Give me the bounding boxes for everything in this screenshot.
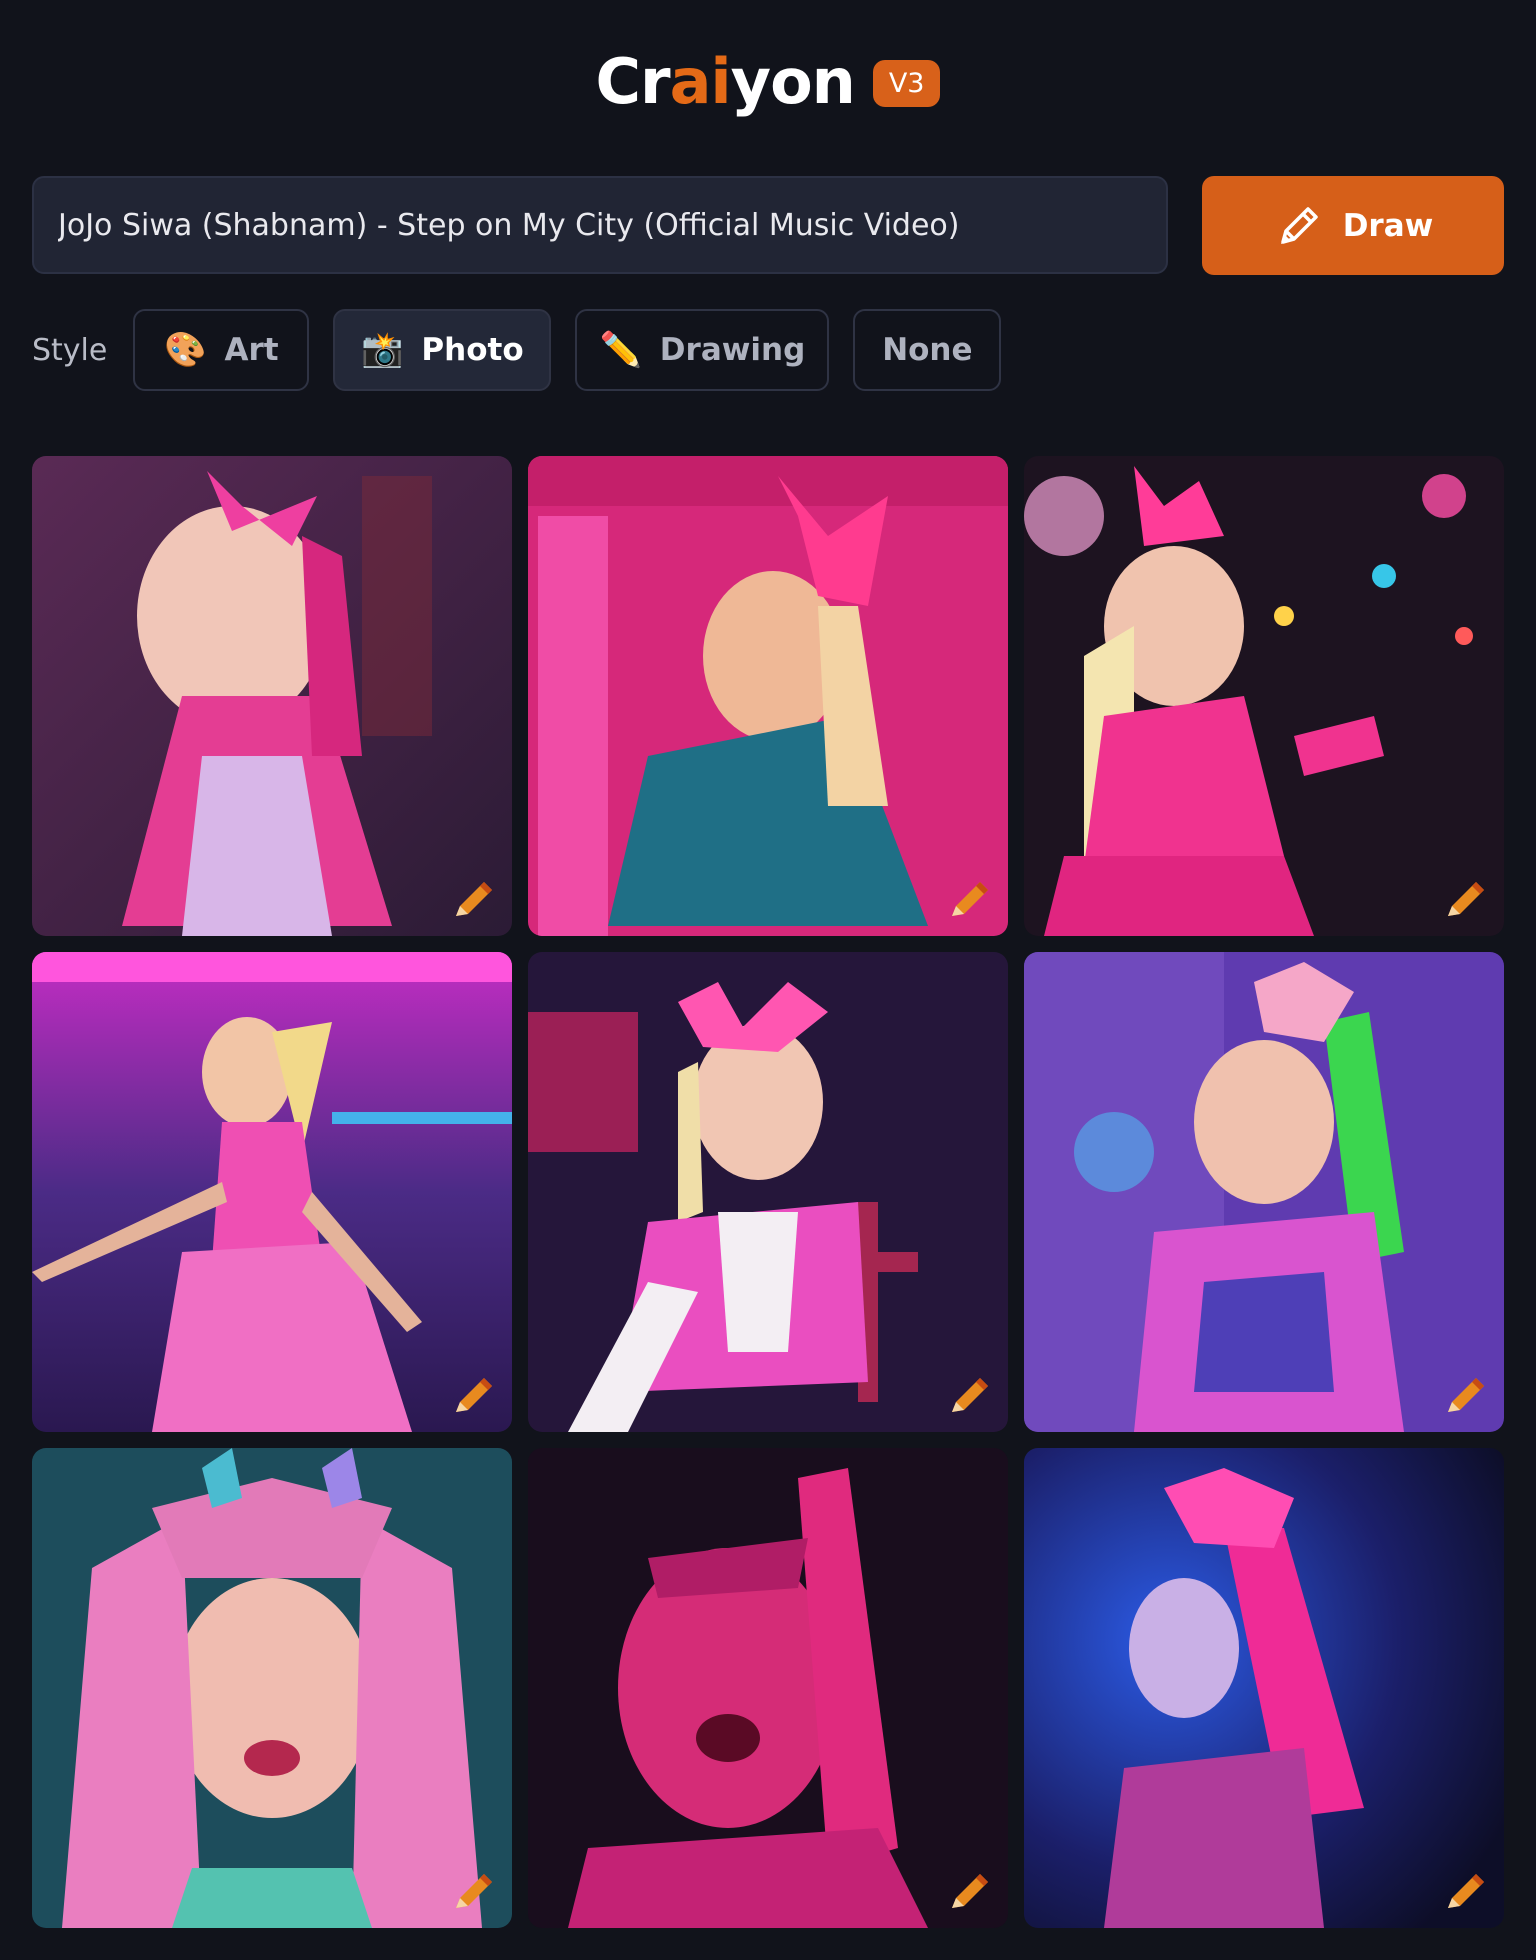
result-image-5[interactable] [528, 952, 1008, 1432]
logo-accent: ai [669, 44, 732, 118]
result-image-8[interactable] [528, 1448, 1008, 1928]
result-image-1[interactable] [32, 456, 512, 936]
pencil-edit-icon[interactable] [448, 1370, 498, 1420]
pencil-edit-icon[interactable] [944, 1370, 994, 1420]
style-option-photo[interactable]: 📸 Photo [333, 309, 552, 391]
palette-icon: 🎨 [164, 330, 207, 370]
pencil-edit-icon[interactable] [1440, 1370, 1490, 1420]
pencil-icon [1280, 206, 1318, 244]
generated-image [1024, 456, 1504, 936]
logo-suffix: yon [730, 44, 856, 118]
pencil-edit-icon[interactable] [1440, 874, 1490, 924]
logo-wordmark: Craiyon [595, 44, 856, 118]
draw-button[interactable]: Draw [1202, 176, 1504, 275]
result-image-2[interactable] [528, 456, 1008, 936]
pencil-icon: ✏️ [599, 330, 642, 370]
results-grid [32, 456, 1504, 1928]
style-option-drawing[interactable]: ✏️ Drawing [575, 309, 830, 391]
style-option-label: Photo [421, 332, 524, 368]
result-image-4[interactable] [32, 952, 512, 1432]
logo[interactable]: Craiyon V3 [0, 36, 1536, 126]
style-selector: Style 🎨 Art 📸 Photo ✏️ Drawing None [32, 308, 1025, 392]
generated-image [1024, 952, 1504, 1432]
style-option-none[interactable]: None [853, 309, 1002, 391]
generated-image [32, 1448, 512, 1928]
result-image-3[interactable] [1024, 456, 1504, 936]
result-image-6[interactable] [1024, 952, 1504, 1432]
draw-button-label: Draw [1342, 207, 1434, 244]
result-image-9[interactable] [1024, 1448, 1504, 1928]
pencil-edit-icon[interactable] [944, 874, 994, 924]
style-option-label: Art [224, 332, 279, 368]
generated-image [528, 1448, 1008, 1928]
generated-image [32, 952, 512, 1432]
camera-flash-icon: 📸 [361, 330, 404, 370]
craiyon-page: Craiyon V3 Draw Style 🎨 Art 📸 Photo ✏️ D… [0, 0, 1536, 1960]
style-option-label: Drawing [659, 332, 806, 368]
pencil-edit-icon[interactable] [944, 1866, 994, 1916]
pencil-edit-icon[interactable] [448, 1866, 498, 1916]
result-image-7[interactable] [32, 1448, 512, 1928]
generated-image [528, 456, 1008, 936]
version-badge: V3 [872, 59, 941, 107]
style-option-label: None [882, 332, 973, 368]
generated-image [528, 952, 1008, 1432]
logo-prefix: Cr [595, 44, 671, 118]
pencil-edit-icon[interactable] [448, 874, 498, 924]
style-option-art[interactable]: 🎨 Art [133, 309, 310, 391]
pencil-edit-icon[interactable] [1440, 1866, 1490, 1916]
style-label: Style [32, 332, 108, 368]
prompt-input[interactable] [32, 176, 1168, 274]
generated-image [1024, 1448, 1504, 1928]
generated-image [32, 456, 512, 936]
